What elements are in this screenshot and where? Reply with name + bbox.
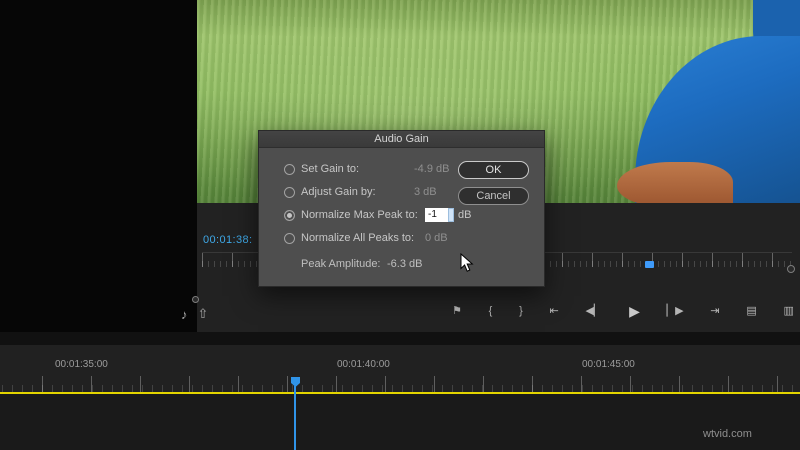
option-value[interactable]: 3 dB <box>414 186 437 198</box>
play-icon[interactable]: ▶ <box>629 299 640 323</box>
extract-icon[interactable]: ▥ <box>783 299 793 323</box>
monitor-playhead-marker[interactable] <box>645 261 654 268</box>
option-label: Adjust Gain by: <box>301 186 376 198</box>
dialog-title[interactable]: Audio Gain <box>259 131 544 148</box>
step-forward-icon[interactable]: ▏▶ <box>667 299 684 323</box>
watermark: wtvid.com <box>703 428 752 440</box>
timeline-ruler[interactable] <box>0 376 800 392</box>
zoom-scrollbar-knob[interactable] <box>787 265 795 273</box>
timeline-timestamp: 00:01:40:00 <box>337 359 390 370</box>
lift-icon[interactable]: ▤ <box>746 299 756 323</box>
go-to-out-icon[interactable]: ⇥ <box>710 299 719 323</box>
text-caret <box>448 208 454 222</box>
panel-bottom-toolbar: ♪ ⇧ <box>181 304 221 324</box>
option-value[interactable]: -4.9 dB <box>414 163 449 175</box>
mark-out-icon[interactable]: } <box>519 299 523 323</box>
option-label: Set Gain to: <box>301 163 360 175</box>
monitor-timecode[interactable]: 00:01:38: <box>203 234 252 246</box>
radio-set-gain-to[interactable] <box>284 164 295 175</box>
go-to-in-icon[interactable]: ⇤ <box>550 299 559 323</box>
cancel-button[interactable]: Cancel <box>458 187 529 205</box>
ok-button[interactable]: OK <box>458 161 529 179</box>
add-marker-icon[interactable]: ⚑ <box>452 299 462 323</box>
export-icon[interactable]: ⇧ <box>198 306 209 322</box>
radio-adjust-gain-by[interactable] <box>284 187 295 198</box>
transport-controls: ⚑ { } ⇤ ◀▏ ▶ ▏▶ ⇥ ▤ ▥ <box>452 299 794 323</box>
timeline-playhead-line[interactable] <box>294 386 296 450</box>
gain-unit-label: dB <box>458 209 472 221</box>
option-value[interactable]: 0 dB <box>425 232 448 244</box>
radio-normalize-max-peak[interactable] <box>284 210 295 221</box>
radio-normalize-all-peaks[interactable] <box>284 233 295 244</box>
option-label: Normalize Max Peak to: <box>301 209 418 221</box>
gain-value-input[interactable]: -1 <box>425 208 448 222</box>
panel-scroll-knob[interactable] <box>192 296 199 303</box>
left-audio-panel <box>0 0 197 332</box>
timeline-panel: 00:01:35:00 00:01:40:00 00:01:45:00 wtvi… <box>0 345 800 450</box>
audio-gain-dialog: Audio Gain Set Gain to: -4.9 dB Adjust G… <box>258 130 545 287</box>
mouse-cursor <box>460 252 474 278</box>
timeline-track-area <box>0 394 800 450</box>
step-back-icon[interactable]: ◀▏ <box>585 299 602 323</box>
option-normalize-all-peaks: Normalize All Peaks to: 0 dB <box>259 231 544 247</box>
timeline-timestamp: 00:01:45:00 <box>582 359 635 370</box>
audio-icon[interactable]: ♪ <box>181 307 188 322</box>
timeline-timestamp: 00:01:35:00 <box>55 359 108 370</box>
premiere-app-window: 00:01:38: ⚑ { } ⇤ ◀▏ ▶ ▏▶ ⇥ ▤ ▥ ♪ ⇧ 00:0… <box>0 0 800 450</box>
mark-in-icon[interactable]: { <box>489 299 493 323</box>
option-label: Normalize All Peaks to: <box>301 232 415 244</box>
peak-amplitude-value: -6.3 dB <box>387 258 423 270</box>
peak-amplitude-label: Peak Amplitude: <box>301 258 381 270</box>
option-normalize-max-peak: Normalize Max Peak to: -1 dB <box>259 208 544 224</box>
peak-amplitude-row: Peak Amplitude: -6.3 dB <box>259 258 544 274</box>
person-arm <box>617 162 733 203</box>
